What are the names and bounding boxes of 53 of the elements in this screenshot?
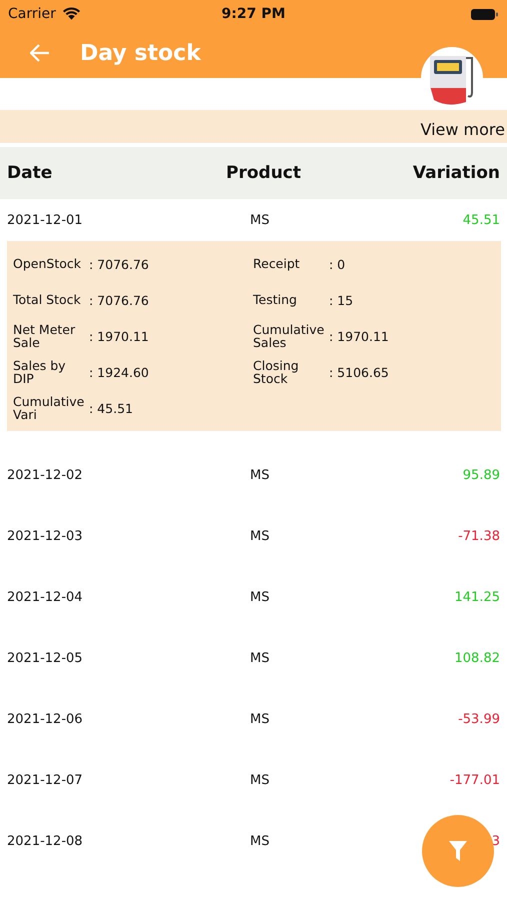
- variation-cell: 108.82: [454, 651, 500, 666]
- status-time: 9:27 PM: [222, 6, 286, 22]
- date-cell[interactable]: 2021-12-05: [7, 651, 217, 666]
- detail-value: : 45.51: [89, 400, 133, 416]
- date-cell[interactable]: 2021-12-02: [7, 468, 217, 483]
- detail-label: Receipt: [253, 257, 301, 271]
- view-more-link[interactable]: View more: [420, 120, 507, 143]
- wifi-icon: [62, 7, 81, 21]
- product-cell-text: MS: [249, 590, 270, 605]
- column-header: Variation: [412, 163, 500, 183]
- battery-icon: [471, 8, 499, 20]
- detail-value: : 1970.11: [89, 328, 149, 344]
- column-header: Product: [225, 163, 302, 183]
- detail-value: : 15: [329, 292, 354, 308]
- detail-value: : 5106.65: [329, 364, 389, 380]
- date-cell[interactable]: 2021-12-07: [7, 773, 217, 788]
- date-cell[interactable]: 2021-12-04: [7, 590, 217, 605]
- carrier-text: Carrier: [8, 6, 56, 22]
- page-title: Day stock: [80, 40, 201, 66]
- product-cell-text: MS: [249, 773, 270, 788]
- product-cell-text: MS: [249, 529, 270, 544]
- column-header: Date: [7, 163, 54, 183]
- variation-cell: 95.89: [462, 468, 500, 483]
- product-cell-text: MS: [249, 712, 270, 727]
- variation-cell: 3: [492, 834, 500, 849]
- detail-label: Closing Stock: [253, 358, 300, 386]
- product-cell-text: MS: [249, 212, 270, 228]
- detail-label: Sales by DIP: [13, 358, 67, 386]
- date-cell[interactable]: 2021-12-01: [7, 212, 217, 228]
- product-cell-text: MS: [249, 468, 270, 483]
- date-cell[interactable]: 2021-12-06: [7, 712, 217, 727]
- detail-value: : 1970.11: [329, 328, 389, 344]
- detail-value: : 7076.76: [89, 292, 149, 308]
- product-cell-text: MS: [249, 834, 270, 849]
- variation-cell: 141.25: [454, 590, 500, 605]
- variation-cell: 45.51: [462, 212, 500, 228]
- product-cell-text: MS: [249, 651, 270, 666]
- back-arrow-icon[interactable]: [30, 44, 50, 62]
- variation-cell: -53.99: [458, 712, 500, 727]
- variation-cell: -177.01: [450, 773, 500, 788]
- filter-icon: [448, 839, 468, 863]
- variation-cell: -71.38: [458, 529, 500, 544]
- detail-label: Cumulative Sales: [253, 322, 326, 350]
- detail-label: Testing: [253, 293, 298, 307]
- detail-label: Cumulative Vari: [13, 394, 86, 422]
- detail-value: : 7076.76: [89, 256, 149, 272]
- detail-value: : 1924.60: [89, 364, 149, 380]
- detail-label: Total Stock: [13, 293, 82, 307]
- detail-value: : 0: [329, 256, 346, 272]
- date-cell[interactable]: 2021-12-08: [7, 834, 217, 849]
- detail-label: OpenStock: [13, 257, 82, 271]
- date-cell[interactable]: 2021-12-03: [7, 529, 217, 544]
- detail-label: Net Meter Sale: [13, 322, 76, 350]
